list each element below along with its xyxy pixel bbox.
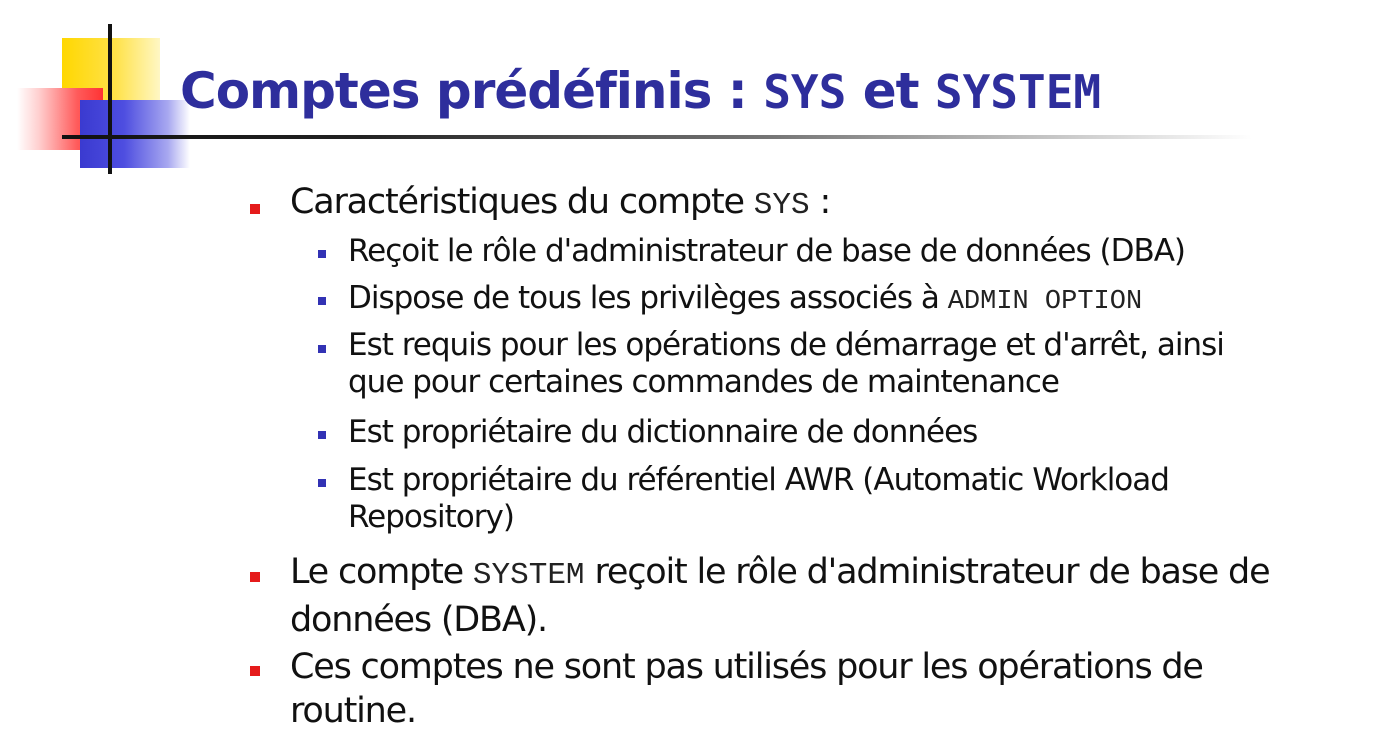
list-item-text: Est requis pour les opérations de démarr…: [348, 327, 1225, 400]
list-item-text: Est propriétaire du dictionnaire de donn…: [348, 414, 978, 450]
bullet-marker: [250, 666, 260, 676]
blue-square-decoration: [80, 100, 190, 168]
slide-title: Comptes prédéfinis : SYS et SYSTEM: [180, 62, 1101, 120]
list-item-suffix: :: [809, 182, 832, 222]
sub-item-awr: Est propriétaire du référentiel AWR (Aut…: [348, 462, 1248, 536]
code-system: SYSTEM: [472, 558, 585, 593]
sub-item-startup-shutdown: Est requis pour les opérations de démarr…: [348, 327, 1248, 401]
sub-bullet-marker: [318, 297, 326, 305]
title-underline: [62, 135, 1252, 139]
sub-item-admin-option: Dispose de tous les privilèges associés …: [348, 280, 1248, 321]
list-item-text: Reçoit le rôle d'administrateur de base …: [348, 233, 1186, 269]
list-item-text: Caractéristiques du compte: [290, 182, 754, 222]
sub-bullet-marker: [318, 250, 326, 258]
bullet-marker: [250, 572, 260, 582]
code-sys: SYS: [753, 188, 810, 223]
title-text-2: et: [846, 62, 935, 120]
title-code-system: SYSTEM: [934, 65, 1102, 119]
sub-item-dba-role: Reçoit le rôle d'administrateur de base …: [348, 233, 1248, 270]
list-item-prefix: Le compte: [290, 552, 473, 592]
list-item-routine-operations: Ces comptes ne sont pas utilisés pour le…: [290, 645, 1310, 733]
code-admin-option: ADMIN OPTION: [947, 287, 1143, 317]
sub-item-data-dictionary: Est propriétaire du dictionnaire de donn…: [348, 414, 1248, 451]
list-item-system-account: Le compte SYSTEM reçoit le rôle d'admini…: [290, 550, 1310, 642]
sub-bullet-marker: [318, 479, 326, 487]
list-item-text: Dispose de tous les privilèges associés …: [348, 280, 948, 316]
list-item-text: Est propriétaire du référentiel AWR (Aut…: [348, 462, 1170, 535]
bullet-marker: [250, 204, 260, 214]
sub-bullet-marker: [318, 345, 326, 353]
list-item-sys-characteristics: Caractéristiques du compte SYS :: [290, 180, 1310, 228]
vertical-rule: [108, 24, 112, 174]
title-code-sys: SYS: [763, 65, 847, 119]
list-item-text: Ces comptes ne sont pas utilisés pour le…: [290, 647, 1204, 731]
sub-bullet-marker: [318, 431, 326, 439]
title-text-1: Comptes prédéfinis :: [180, 62, 764, 120]
